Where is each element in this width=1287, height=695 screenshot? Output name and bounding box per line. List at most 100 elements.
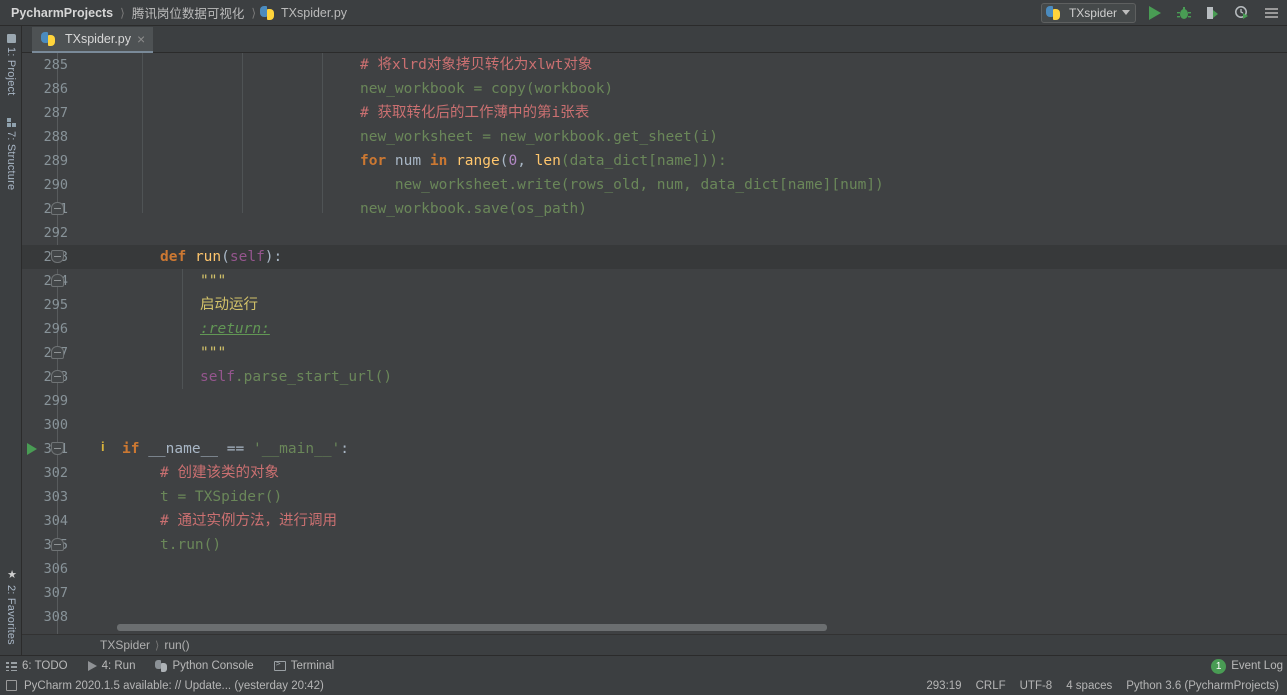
main-menu-button[interactable] (1261, 3, 1281, 23)
fold-column[interactable] (74, 485, 116, 509)
debug-button[interactable] (1174, 3, 1194, 23)
code-line[interactable]: new_worksheet.write(rows_old, num, data_… (122, 173, 1287, 197)
fold-toggle-icon[interactable] (51, 442, 64, 455)
fold-column[interactable] (74, 581, 116, 605)
gutter-row[interactable]: 292 (22, 221, 122, 245)
notification-icon[interactable] (6, 680, 17, 691)
code-line[interactable]: :return: (122, 317, 1287, 341)
code-text-area[interactable]: # 将xlrd对象拷贝转化为xlwt对象 new_workbook = copy(… (122, 53, 1287, 634)
fold-column[interactable] (74, 197, 116, 221)
code-line[interactable]: 启动运行 (122, 293, 1287, 317)
gutter-row[interactable]: 295 (22, 293, 122, 317)
fold-column[interactable] (74, 77, 116, 101)
fold-column[interactable] (74, 341, 116, 365)
fold-column[interactable] (74, 149, 116, 173)
gutter-row[interactable]: 289 (22, 149, 122, 173)
gutter-row[interactable]: 308 (22, 605, 122, 629)
gutter-row[interactable]: 304 (22, 509, 122, 533)
gutter-row[interactable]: 302 (22, 461, 122, 485)
gutter-row[interactable]: 293 (22, 245, 122, 269)
gutter-row[interactable]: 297 (22, 341, 122, 365)
code-line[interactable]: # 获取转化后的工作薄中的第i张表 (122, 101, 1287, 125)
fold-column[interactable] (74, 293, 116, 317)
tool-window-python-console[interactable]: Python Console (155, 660, 254, 672)
tool-window-terminal[interactable]: Terminal (273, 659, 334, 672)
fold-toggle-icon[interactable] (51, 538, 64, 551)
code-line[interactable]: t.run() (122, 533, 1287, 557)
editor-gutter[interactable]: 285 286 287 288 289 290 291 292 293 294 295 296 297 2… (22, 53, 122, 634)
horizontal-scrollbar[interactable] (117, 620, 1287, 634)
editor-breadcrumb-method[interactable]: run() (164, 638, 189, 652)
run-line-marker-icon[interactable] (27, 443, 37, 455)
gutter-row[interactable]: 290 (22, 173, 122, 197)
horizontal-scrollbar-thumb[interactable] (117, 624, 827, 631)
gutter-row[interactable]: 285 (22, 53, 122, 77)
code-line[interactable]: new_workbook.save(os_path) (122, 197, 1287, 221)
fold-column[interactable] (74, 317, 116, 341)
fold-column[interactable] (74, 389, 116, 413)
run-button[interactable] (1145, 3, 1165, 23)
fold-toggle-icon[interactable] (51, 274, 64, 287)
fold-column[interactable] (74, 173, 116, 197)
sidebar-item-structure[interactable]: 7: Structure (0, 114, 22, 194)
fold-column[interactable] (74, 53, 116, 77)
sidebar-item-project[interactable]: 1: Project (0, 30, 22, 99)
run-with-coverage-button[interactable] (1203, 3, 1223, 23)
gutter-row[interactable]: 296 (22, 317, 122, 341)
close-icon[interactable]: × (137, 32, 145, 46)
code-editor[interactable]: 285 286 287 288 289 290 291 292 293 294 295 296 297 2… (22, 53, 1287, 634)
gutter-row[interactable]: 287 (22, 101, 122, 125)
sidebar-item-favorites[interactable]: ★ 2: Favorites (0, 564, 22, 649)
intention-bulb-icon[interactable]: i (101, 440, 105, 453)
code-line[interactable] (122, 581, 1287, 605)
code-line[interactable] (122, 221, 1287, 245)
file-encoding[interactable]: UTF-8 (1020, 680, 1053, 692)
code-line[interactable]: """ (122, 341, 1287, 365)
gutter-row[interactable]: 286 (22, 77, 122, 101)
gutter-row[interactable]: 300 (22, 413, 122, 437)
fold-column[interactable] (74, 557, 116, 581)
code-line[interactable]: # 创建该类的对象 (122, 461, 1287, 485)
breadcrumb-project[interactable]: PycharmProjects (8, 6, 116, 20)
fold-column[interactable] (74, 509, 116, 533)
code-line[interactable] (122, 557, 1287, 581)
fold-column[interactable] (74, 365, 116, 389)
gutter-row[interactable]: 303 (22, 485, 122, 509)
gutter-row[interactable]: 307 (22, 581, 122, 605)
caret-position[interactable]: 293:19 (926, 680, 961, 692)
code-line[interactable]: new_workbook = copy(workbook) (122, 77, 1287, 101)
fold-column[interactable] (74, 605, 116, 629)
fold-column[interactable] (74, 221, 116, 245)
fold-column[interactable] (74, 125, 116, 149)
gutter-row[interactable]: 306 (22, 557, 122, 581)
tool-window-run[interactable]: 4: Run (87, 660, 135, 672)
fold-toggle-icon[interactable] (51, 370, 64, 383)
fold-column[interactable] (74, 461, 116, 485)
run-configuration-selector[interactable]: TXspider (1040, 2, 1136, 23)
code-line[interactable] (122, 389, 1287, 413)
gutter-row[interactable]: 291 (22, 197, 122, 221)
gutter-row[interactable]: 298 (22, 365, 122, 389)
code-line[interactable]: new_worksheet = new_workbook.get_sheet(i… (122, 125, 1287, 149)
code-line[interactable]: # 将xlrd对象拷贝转化为xlwt对象 (122, 53, 1287, 77)
editor-tab-txspider[interactable]: TXspider.py × (32, 27, 154, 53)
gutter-row[interactable]: 288 (22, 125, 122, 149)
fold-toggle-icon[interactable] (51, 202, 64, 215)
code-line[interactable]: """ (122, 269, 1287, 293)
code-line[interactable]: if __name__ == '__main__': (122, 437, 1287, 461)
fold-toggle-icon[interactable] (51, 346, 64, 359)
tool-window-todo[interactable]: 6: TODO (6, 660, 68, 672)
code-line[interactable]: t = TXSpider() (122, 485, 1287, 509)
event-log-button[interactable]: 1 Event Log (1211, 658, 1287, 674)
gutter-row[interactable]: 299 (22, 389, 122, 413)
code-line[interactable]: for num in range(0, len(data_dict[name])… (122, 149, 1287, 173)
fold-column[interactable] (74, 101, 116, 125)
indent-setting[interactable]: 4 spaces (1066, 680, 1112, 692)
code-line[interactable] (122, 413, 1287, 437)
python-interpreter[interactable]: Python 3.6 (PycharmProjects) (1126, 680, 1279, 692)
fold-toggle-icon[interactable] (51, 250, 64, 263)
code-line[interactable]: self.parse_start_url() (122, 365, 1287, 389)
fold-column[interactable] (74, 245, 116, 269)
breadcrumb-file[interactable]: TXspider.py (278, 6, 350, 20)
code-line[interactable]: def run(self): (122, 245, 1287, 269)
